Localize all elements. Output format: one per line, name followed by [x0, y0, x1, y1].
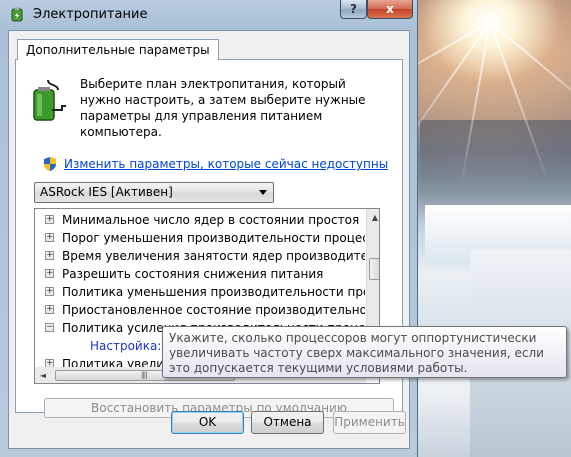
scroll-left-button[interactable]: ◄ — [35, 367, 51, 383]
apply-button[interactable]: Применить — [333, 411, 406, 434]
scroll-up-button[interactable]: ▲ — [367, 209, 379, 226]
tree-item-label: Минимальное число ядер в состоянии прост… — [62, 213, 360, 227]
tree-item-label: Время увеличения занятости ядер производ… — [62, 249, 365, 263]
collapse-icon[interactable]: − — [45, 323, 54, 332]
tree-item-label: Политика уменьшения производительности п… — [62, 285, 365, 299]
tree-item[interactable]: + Порог уменьшения производительности пр… — [35, 229, 365, 247]
help-button[interactable]: ? — [340, 0, 367, 19]
uac-shield-icon — [44, 157, 56, 171]
tree-item-label: Приостановленное состояние производитель… — [62, 303, 365, 317]
scroll-grip: |||| — [141, 371, 148, 379]
cancel-button[interactable]: Отмена — [251, 411, 324, 434]
battery-plug-icon — [33, 79, 66, 121]
dialog-client-area: Дополнительные параметры Выберите план э… — [8, 30, 410, 449]
expand-icon[interactable]: + — [45, 251, 54, 260]
intro-text: Выберите план электропитания, который ну… — [80, 77, 366, 139]
power-plug-icon — [11, 7, 23, 22]
expand-icon[interactable]: + — [45, 269, 54, 278]
tree-item[interactable]: + Политика уменьшения производительности… — [35, 283, 365, 301]
expand-icon[interactable]: + — [45, 305, 54, 314]
tree-item[interactable]: + Время увеличения занятости ядер произв… — [35, 247, 365, 265]
sun-ray — [489, 21, 571, 133]
power-options-window: Электропитание ? x Дополнительные параме… — [0, 0, 418, 457]
expand-icon[interactable]: + — [45, 233, 54, 242]
ok-button[interactable]: OK — [171, 411, 244, 434]
change-unavailable-settings-link[interactable]: Изменить параметры, которые сейчас недос… — [64, 157, 388, 171]
tree-item-label: Порог уменьшения производительности проц… — [62, 231, 365, 245]
tree-item-label: Разрешить состояния снижения питания — [62, 267, 324, 281]
title-bar[interactable]: Электропитание ? x — [0, 0, 418, 30]
power-plan-select[interactable]: ASRock IES [Активен] — [34, 182, 274, 203]
power-plan-value: ASRock IES [Активен] — [40, 185, 173, 199]
tree-item[interactable]: + Минимальное число ядер в состоянии про… — [35, 211, 365, 229]
tree-item[interactable]: + Разрешить состояния снижения питания — [35, 265, 365, 283]
chevron-down-icon — [259, 190, 267, 195]
close-button[interactable]: x — [367, 0, 413, 19]
expand-icon[interactable]: + — [45, 215, 54, 224]
tree-item[interactable]: + Приостановленное состояние производите… — [35, 301, 365, 319]
window-title: Электропитание — [33, 7, 148, 22]
setting-tooltip: Укажите, сколько процессоров могут оппор… — [162, 326, 567, 378]
wallpaper-water — [420, 120, 571, 210]
expand-icon[interactable]: + — [45, 287, 54, 296]
vertical-scroll-thumb[interactable] — [369, 258, 379, 280]
tab-advanced-settings[interactable]: Дополнительные параметры — [17, 39, 219, 60]
